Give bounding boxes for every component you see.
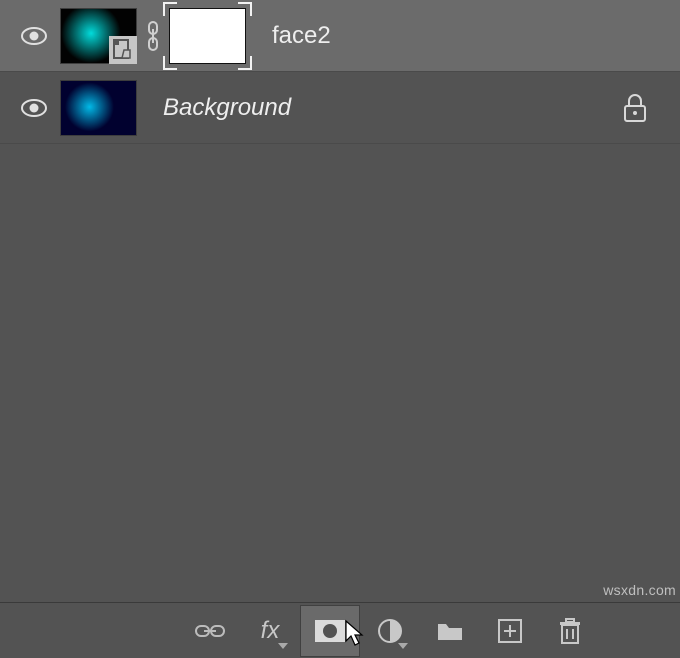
link-icon xyxy=(195,621,225,641)
new-layer-icon xyxy=(497,618,523,644)
layer-panel-toolbar: fx xyxy=(0,602,680,658)
chevron-down-icon xyxy=(278,643,288,649)
adjustment-icon xyxy=(377,618,403,644)
eye-icon xyxy=(21,27,47,45)
watermark: wsxdn.com xyxy=(603,582,676,598)
fx-icon: fx xyxy=(261,617,280,645)
lock-indicator[interactable] xyxy=(622,93,648,123)
new-group-button[interactable] xyxy=(420,605,480,657)
layer-mask-thumbnail[interactable] xyxy=(169,8,246,64)
smart-object-icon xyxy=(109,36,137,64)
delete-layer-button[interactable] xyxy=(540,605,600,657)
layer-name[interactable]: face2 xyxy=(272,22,331,50)
visibility-toggle[interactable] xyxy=(8,99,60,117)
folder-icon xyxy=(436,620,464,642)
new-layer-button[interactable] xyxy=(480,605,540,657)
mask-icon xyxy=(315,620,345,642)
lock-icon xyxy=(622,93,648,123)
eye-icon xyxy=(21,99,47,117)
layers-list: face2 Background xyxy=(0,0,680,144)
chevron-down-icon xyxy=(398,643,408,649)
link-icon xyxy=(143,21,163,51)
visibility-toggle[interactable] xyxy=(8,27,60,45)
link-layers-button[interactable] xyxy=(180,605,240,657)
layer-name[interactable]: Background xyxy=(163,94,291,122)
layer-row[interactable]: face2 xyxy=(0,0,680,72)
layer-thumbnail[interactable] xyxy=(60,8,137,64)
layer-style-button[interactable]: fx xyxy=(240,605,300,657)
layer-row[interactable]: Background xyxy=(0,72,680,144)
trash-icon xyxy=(558,617,582,645)
layer-thumbnail[interactable] xyxy=(60,80,137,136)
adjustment-layer-button[interactable] xyxy=(360,605,420,657)
add-layer-mask-button[interactable] xyxy=(300,605,360,657)
